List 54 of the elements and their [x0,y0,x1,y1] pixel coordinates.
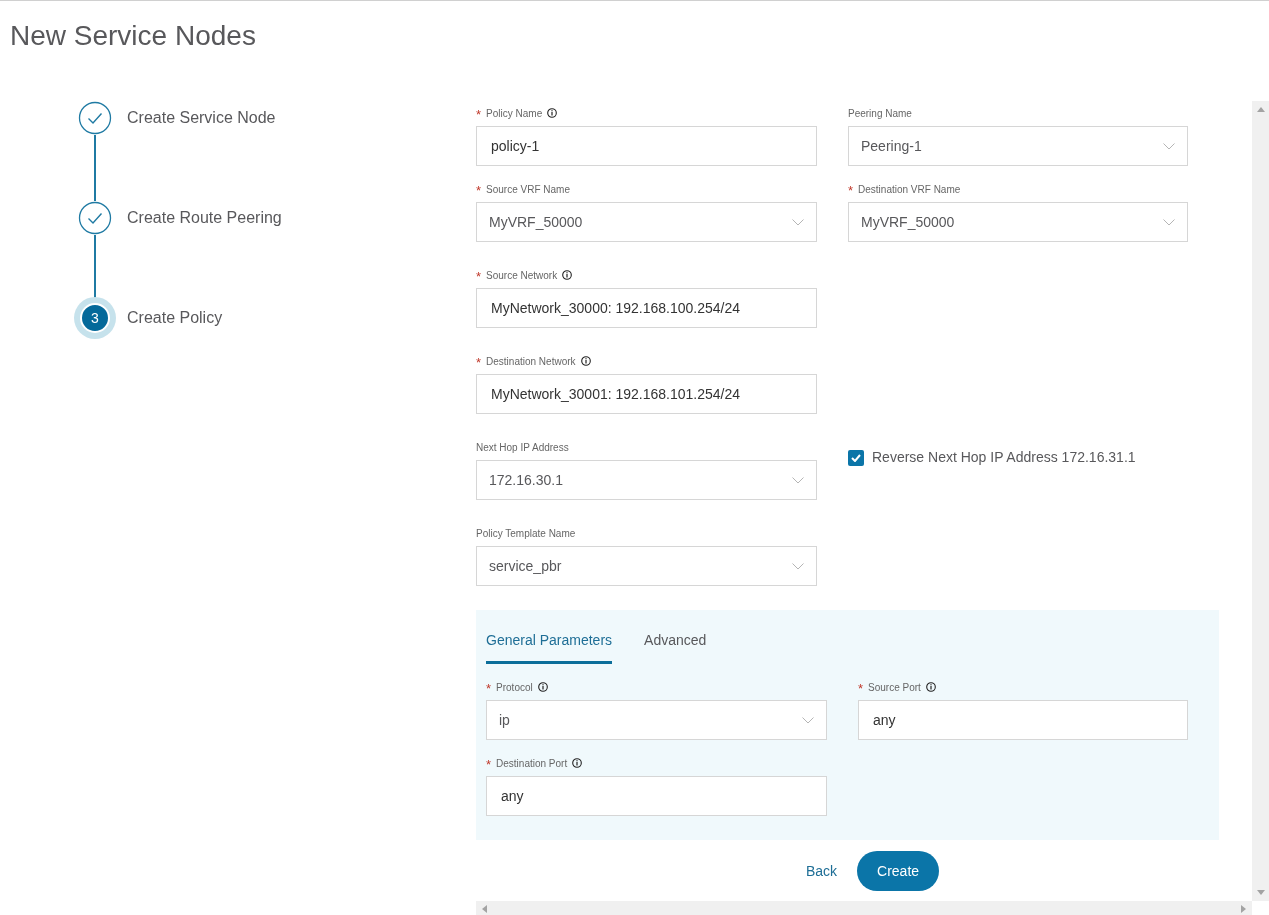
create-button[interactable]: Create [857,851,940,891]
required-mark: * [858,682,864,692]
chevron-down-icon [792,218,804,226]
info-icon[interactable] [562,270,573,280]
input-field[interactable]: policy-1 [476,126,817,166]
chevron-down-icon [802,716,814,724]
input-field[interactable]: any [858,700,1188,740]
required-mark: * [848,184,854,194]
required-mark: * [476,108,482,118]
tab[interactable]: General Parameters [486,630,613,664]
chevron-down-icon [1163,142,1175,150]
field-label: Destination VRF Name [858,182,961,197]
required-mark: * [476,356,482,366]
checkbox[interactable] [848,449,864,466]
info-icon[interactable] [572,758,583,768]
field-label: Destination Port [496,756,568,771]
info-icon[interactable] [537,682,548,692]
dropdown[interactable]: ip [486,700,827,740]
required-mark: * [486,758,492,768]
field-label: Source Network [486,268,558,283]
checkbox-label[interactable]: Reverse Next Hop IP Address 172.16.31.1 [872,447,1136,468]
field-label: Peering Name [848,106,912,121]
field-label: Next Hop IP Address [476,440,569,455]
field-label: Destination Network [486,354,576,369]
dropdown[interactable]: MyVRF_50000 [476,202,817,242]
step-label: Create Route Peering [127,208,282,228]
chevron-down-icon [792,476,804,484]
required-mark: * [476,184,482,194]
required-mark: * [486,682,492,692]
tab[interactable]: Advanced [644,630,707,664]
info-icon[interactable] [580,356,591,366]
step-label: Create Service Node [127,108,276,128]
chevron-down-icon [792,562,804,570]
dropdown[interactable]: Peering-1 [848,126,1188,166]
info-icon[interactable] [925,682,936,692]
field-label: Policy Template Name [476,526,576,541]
input-field[interactable]: any [486,776,827,816]
required-mark: * [476,270,482,280]
field-label: Protocol [496,680,533,695]
field-label: Policy Name [486,106,543,121]
step-label: Create Policy [127,308,223,328]
step-number-badge: 3 [80,303,110,333]
check-icon [851,453,861,462]
dropdown[interactable]: service_pbr [476,546,817,586]
field-label: Source VRF Name [486,182,570,197]
field-label: Source Port [868,680,921,695]
input-field[interactable]: MyNetwork_30001: 192.168.101.254/24 [476,374,817,414]
dropdown[interactable]: MyVRF_50000 [848,202,1188,242]
input-field[interactable]: MyNetwork_30000: 192.168.100.254/24 [476,288,817,328]
dropdown[interactable]: 172.16.30.1 [476,460,817,500]
info-icon[interactable] [547,108,558,118]
page-title: New Service Nodes [10,19,256,53]
back-link[interactable]: Back [805,851,838,891]
chevron-down-icon [1163,218,1175,226]
